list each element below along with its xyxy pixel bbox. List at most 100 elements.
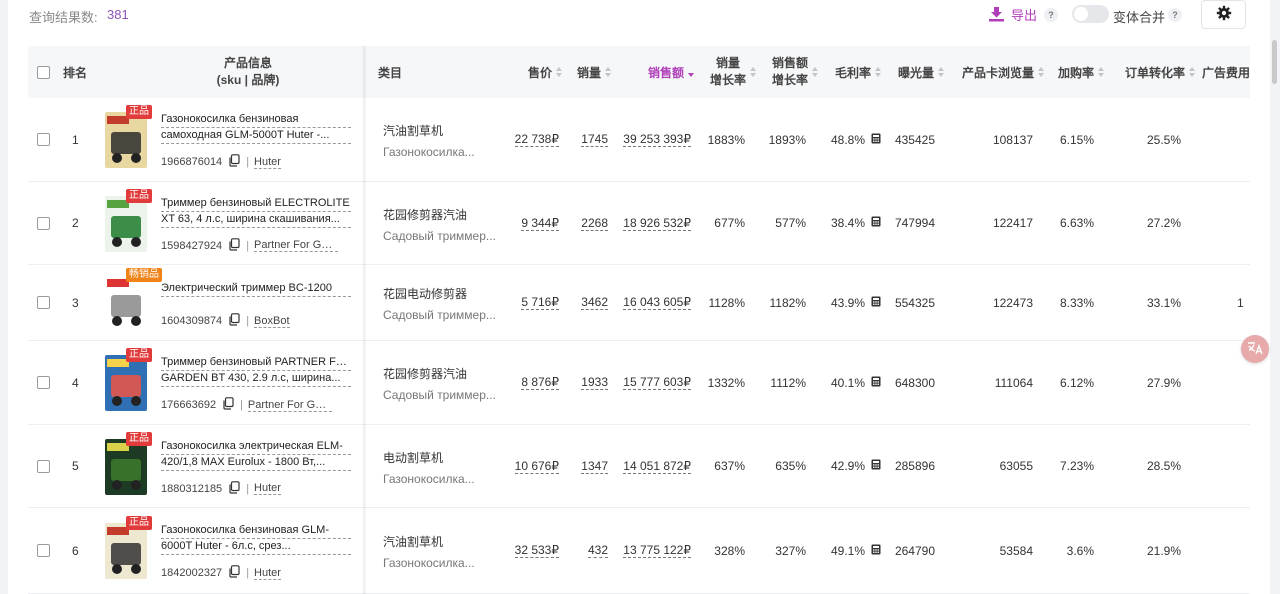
col-sales-growth-sub-label: 增长率 <box>709 73 746 87</box>
col-revenue-growth[interactable]: 销售额 增长率 <box>756 46 818 98</box>
revenue-cell: 13 775 122₽ <box>611 508 691 593</box>
table-row[interactable]: 4 正品 Триммер бензиновый PARTNER FOR GARD… <box>28 341 1250 425</box>
copy-icon[interactable] <box>228 480 240 497</box>
revenue-value[interactable]: 15 777 603₽ <box>623 375 691 390</box>
sales-value[interactable]: 1933 <box>581 375 608 390</box>
export-button[interactable]: 导出 <box>988 4 1037 24</box>
revenue-growth-value: 327% <box>775 543 806 558</box>
row-checkbox[interactable] <box>36 459 50 473</box>
row-checkbox[interactable] <box>36 133 50 146</box>
variant-merge-toggle[interactable] <box>1072 5 1109 23</box>
col-card-views[interactable]: 产品卡浏览量 <box>944 46 1044 98</box>
product-name-link[interactable]: Электрический триммер BC-1200 <box>161 281 351 297</box>
revenue-value[interactable]: 16 043 605₽ <box>623 295 691 310</box>
order-rate-cell: 21.9% <box>1104 508 1181 593</box>
product-thumbnail[interactable] <box>105 523 147 579</box>
revenue-cell: 15 777 603₽ <box>611 341 691 424</box>
col-order-rate[interactable]: 订单转化率 <box>1104 46 1195 98</box>
table-row[interactable]: 6 正品 Газонокосилка бензиновая GLM- 6000T… <box>28 508 1250 594</box>
row-checkbox[interactable] <box>36 216 50 230</box>
product-name-line2: самоходная GLM-5000T Huter -... <box>161 128 351 144</box>
product-thumbnail[interactable] <box>105 438 147 495</box>
product-thumbnail[interactable] <box>105 355 147 411</box>
col-margin[interactable]: 毛利率 <box>818 46 881 98</box>
row-checkbox[interactable] <box>36 544 50 557</box>
brand-link[interactable]: Huter <box>254 156 281 169</box>
price-value[interactable]: 32 533₽ <box>514 543 559 558</box>
sales-value[interactable]: 1745 <box>581 132 608 147</box>
sales-cell: 1745 <box>562 98 608 181</box>
brand-link[interactable]: Partner For Gar... <box>247 399 332 412</box>
revenue-value[interactable]: 18 926 532₽ <box>623 216 691 231</box>
product-name-link[interactable]: Триммер бензиновый ELECTROLITE XT 63, 4 … <box>161 196 351 228</box>
category-ru: Газонокосилка... <box>383 145 475 159</box>
impressions-cell: 554325 <box>881 265 935 340</box>
settings-button[interactable] <box>1201 0 1246 29</box>
col-revenue-growth-sub-label: 增长率 <box>771 73 808 87</box>
copy-icon[interactable] <box>228 565 240 581</box>
sales-growth-value: 1883% <box>707 132 745 147</box>
calculator-icon[interactable] <box>871 544 881 558</box>
table-row[interactable]: 2 正品 Триммер бензиновый ELECTROLITE XT 6… <box>28 182 1250 265</box>
product-thumbnail[interactable] <box>105 112 147 168</box>
col-sales[interactable]: 销量 <box>562 46 611 98</box>
table-row[interactable]: 5 正品 Газонокосилка электрическая ELM- 42… <box>28 425 1250 508</box>
calculator-icon[interactable] <box>871 216 881 230</box>
product-name-link[interactable]: Газонокосилка бензиновая самоходная GLM-… <box>161 112 351 144</box>
copy-icon[interactable] <box>228 237 240 254</box>
translate-float-button[interactable] <box>1241 335 1269 363</box>
impressions-cell: 264790 <box>881 508 935 593</box>
merge-help-icon[interactable]: ? <box>1168 8 1182 22</box>
sales-value[interactable]: 1347 <box>581 459 608 474</box>
price-value[interactable]: 9 344₽ <box>521 216 559 231</box>
revenue-value[interactable]: 13 775 122₽ <box>623 543 691 558</box>
price-value[interactable]: 5 716₽ <box>521 295 559 310</box>
product-name-link[interactable]: Газонокосилка электрическая ELM- 420/1,8… <box>161 439 351 471</box>
col-revenue[interactable]: 销售额 <box>611 46 694 98</box>
calculator-icon[interactable] <box>871 296 881 310</box>
revenue-growth-cell: 1112% <box>756 341 806 424</box>
brand-link[interactable]: BoxBot <box>254 315 290 328</box>
sku-value: 1598427924 <box>161 239 223 252</box>
col-price[interactable]: 售价 <box>498 46 562 98</box>
export-help-icon[interactable]: ? <box>1044 8 1058 22</box>
sales-growth-value: 637% <box>714 459 745 473</box>
col-cart-rate[interactable]: 加购率 <box>1044 46 1104 98</box>
sales-value[interactable]: 432 <box>587 543 608 558</box>
sales-value[interactable]: 2268 <box>581 216 608 231</box>
category-ru: Садовый триммер... <box>383 228 496 243</box>
select-all-checkbox[interactable] <box>36 65 50 79</box>
sku-value: 176663692 <box>161 399 217 411</box>
copy-icon[interactable] <box>228 313 240 329</box>
row-checkbox[interactable] <box>36 296 50 309</box>
table-row[interactable]: 1 正品 Газонокосилка бензиновая самоходная… <box>28 98 1250 182</box>
brand-link[interactable]: Huter <box>254 482 281 495</box>
col-ad-cost[interactable]: 广告费用 <box>1202 46 1250 98</box>
brand-link[interactable]: Huter <box>254 567 281 580</box>
table-row[interactable]: 3 畅销品 Электрический триммер BC-1200 1604… <box>28 265 1250 341</box>
sort-icon[interactable] <box>1189 67 1195 77</box>
revenue-value[interactable]: 14 051 872₽ <box>623 459 691 474</box>
product-name-link[interactable]: Триммер бензиновый PARTNER FOR GARDEN BT… <box>161 355 351 387</box>
col-sales-growth[interactable]: 销量 增长率 <box>694 46 756 98</box>
calculator-icon[interactable] <box>871 133 881 147</box>
brand-link[interactable]: Partner For Gar... <box>254 239 339 252</box>
price-value[interactable]: 10 676₽ <box>514 459 559 474</box>
price-value[interactable]: 8 876₽ <box>521 375 559 390</box>
copy-icon[interactable] <box>222 397 234 413</box>
product-thumbnail[interactable] <box>105 195 147 252</box>
col-impressions[interactable]: 曝光量 <box>881 46 944 98</box>
product-name-link[interactable]: Газонокосилка бензиновая GLM- 6000T Hute… <box>161 523 351 555</box>
price-value[interactable]: 22 738₽ <box>514 132 559 147</box>
price-cell: 9 344₽ <box>498 182 559 264</box>
sales-value[interactable]: 3462 <box>581 295 608 310</box>
row-checkbox[interactable] <box>36 376 50 389</box>
download-icon <box>988 6 1005 22</box>
revenue-value[interactable]: 39 253 393₽ <box>623 132 691 147</box>
calculator-icon[interactable] <box>871 459 881 473</box>
page-scrollbar[interactable] <box>1272 40 1277 84</box>
order-rate-value: 21.9% <box>1146 543 1181 558</box>
copy-icon[interactable] <box>228 154 240 170</box>
calculator-icon[interactable] <box>871 376 881 390</box>
product-thumbnail[interactable] <box>105 275 147 331</box>
